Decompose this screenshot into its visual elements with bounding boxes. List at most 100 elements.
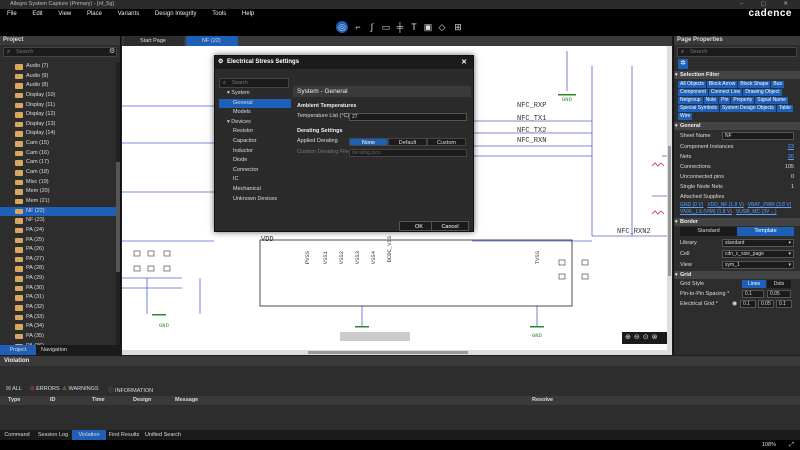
menu-file[interactable]: File <box>0 9 24 19</box>
project-tree-item[interactable]: PA (32) <box>0 303 116 313</box>
project-tree-item[interactable]: PA (35) <box>0 332 116 342</box>
project-tree-item[interactable]: Display (13) <box>0 120 116 130</box>
border-header[interactable]: Border <box>674 218 800 226</box>
net-label-nfc-tx2[interactable]: NFC_TX2 <box>517 127 546 135</box>
close-icon[interactable]: ✕ <box>461 56 467 69</box>
tree-ic[interactable]: IC <box>219 175 291 185</box>
pin-spacing-field-2[interactable]: 0.05 <box>767 290 791 298</box>
tree-models[interactable]: Models <box>219 108 291 118</box>
tab-nf-22[interactable]: NF (22) <box>186 36 238 46</box>
properties-search-input[interactable]: ⌕ Search <box>677 47 797 57</box>
menu-variants[interactable]: Variants <box>111 9 147 19</box>
menu-edit[interactable]: Edit <box>25 9 49 19</box>
filter-warnings[interactable]: ⚠ WARNINGS <box>62 386 99 392</box>
bus-tool-icon[interactable]: ╪ <box>394 21 406 33</box>
net-label-nfc-rxp[interactable]: NFC_RXP <box>517 102 546 110</box>
selection-filter-header[interactable]: Selection Filter <box>674 71 800 79</box>
project-tree-item[interactable]: Cam (15) <box>0 139 116 149</box>
tab-command[interactable]: Command <box>0 430 34 440</box>
pin-tvss[interactable]: TVSS <box>534 251 541 264</box>
pin-dcdc-vss[interactable]: DCDC_VSS <box>386 236 393 262</box>
pin-vss4[interactable]: VSS4 <box>370 251 377 264</box>
pin-vdd[interactable]: VDD <box>261 236 274 244</box>
tab-session-log[interactable]: Session Log <box>34 430 72 440</box>
pin-spacing-field-1[interactable]: 0.1 <box>742 290 764 298</box>
filter-chip[interactable]: Component <box>678 89 708 96</box>
project-tree-item[interactable]: NF (22) <box>0 206 116 217</box>
filter-chip[interactable]: Special Symbols <box>678 105 719 112</box>
component-tool-icon[interactable]: ▭ <box>380 21 392 33</box>
tab-unified-search[interactable]: Unified Search <box>142 430 184 440</box>
canvas-mini-toolbar[interactable] <box>340 332 410 341</box>
column-type[interactable]: Type <box>8 397 20 403</box>
library-select[interactable]: standard ▾ <box>722 239 794 247</box>
shape-tool-icon[interactable]: ◇ <box>436 21 448 33</box>
text-tool-icon[interactable]: T <box>408 21 420 33</box>
tree-mechanical[interactable]: Mechanical <box>219 185 291 195</box>
supply-link[interactable]: VNXL_LS (VIM) (1.8 V) <box>680 209 732 216</box>
grid-dots-option[interactable]: Dots <box>767 280 791 288</box>
zoom-controls[interactable]: ⊕⊖⊙⊗ <box>622 332 668 344</box>
elec-grid-field-1[interactable]: 0.1 <box>740 300 756 308</box>
border-template-option[interactable]: Template <box>737 227 794 236</box>
project-tree-item[interactable]: Cam (16) <box>0 149 116 159</box>
project-tree-item[interactable]: PA (24) <box>0 226 116 236</box>
zoom-fit-icon[interactable]: ⊙ <box>643 334 652 341</box>
cell-select[interactable]: cdn_c_size_page ▾ <box>722 250 794 258</box>
column-id[interactable]: ID <box>50 397 56 403</box>
project-tree-item[interactable]: Audio (9) <box>0 72 116 82</box>
supply-link[interactable]: GND (0 V) <box>680 202 703 209</box>
temperature-list-input[interactable]: 27 <box>349 113 467 121</box>
tree-inductor[interactable]: Inductor <box>219 147 291 157</box>
zoom-area-icon[interactable]: ⊗ <box>652 334 661 341</box>
grid-header[interactable]: Grid <box>674 271 800 279</box>
tree-unknown-devices[interactable]: Unknown Devices <box>219 195 291 205</box>
project-tree-item[interactable]: PA (28) <box>0 264 116 274</box>
project-tree-item[interactable]: Mem (20) <box>0 187 116 197</box>
tree-devices[interactable]: ▾ Devices <box>219 118 291 128</box>
column-message[interactable]: Message <box>175 397 198 403</box>
fullscreen-icon[interactable]: ⤢ <box>789 440 794 450</box>
project-tree-item[interactable]: PA (30) <box>0 284 116 294</box>
border-standard-option[interactable]: Standard <box>680 227 737 236</box>
project-scrollbar[interactable] <box>116 62 120 347</box>
project-tree-item[interactable]: NF (23) <box>0 216 116 226</box>
project-tree-item[interactable]: Audio (7) <box>0 62 116 72</box>
filter-information[interactable]: ⓘ INFORMATION <box>108 386 153 394</box>
net-label-nfc-tx1[interactable]: NFC_TX1 <box>517 115 546 123</box>
tree-general[interactable]: General <box>219 98 291 109</box>
supply-link[interactable]: VUSB_MC (3V ...) <box>736 209 777 216</box>
canvas-hscrollbar[interactable] <box>122 350 672 355</box>
filter-chip[interactable]: Drawing Object <box>743 89 782 96</box>
tree-capacitor[interactable]: Capacitor <box>219 137 291 147</box>
filter-chip[interactable]: Table <box>776 105 793 112</box>
tab-navigation[interactable]: Navigation <box>36 345 72 355</box>
menu-tools[interactable]: Tools <box>205 9 233 19</box>
project-tree-item[interactable]: Cam (18) <box>0 168 116 178</box>
project-tree-item[interactable]: Misc (19) <box>0 178 116 188</box>
project-tree-item[interactable]: Display (14) <box>0 129 116 139</box>
tab-violation[interactable]: Violation <box>72 430 106 440</box>
dialog-search-input[interactable]: ⌕ Search <box>219 78 289 88</box>
pin-vss3[interactable]: VSS3 <box>354 251 361 264</box>
filter-chip[interactable]: Netgroup <box>678 97 703 104</box>
project-tree-item[interactable]: Mem (21) <box>0 197 116 207</box>
filter-chip[interactable]: Pin <box>719 97 731 104</box>
filter-chip[interactable]: System Design Objects <box>719 105 776 112</box>
filter-errors[interactable]: ⊘ ERRORS <box>30 386 60 392</box>
project-tree-item[interactable]: Display (12) <box>0 110 116 120</box>
filter-icon[interactable]: ✲ <box>678 59 688 69</box>
project-tree-item[interactable]: PA (26) <box>0 245 116 255</box>
project-tree-item[interactable]: Display (11) <box>0 101 116 111</box>
tree-resistor[interactable]: Resistor <box>219 127 291 137</box>
filter-chip[interactable]: Bus <box>771 81 785 88</box>
net-label-nfc-rxn2[interactable]: NFC_RXN2 <box>617 228 651 236</box>
canvas-vscrollbar[interactable] <box>667 46 672 350</box>
derating-default-option[interactable]: Default <box>388 138 427 146</box>
filter-chip[interactable]: Note <box>703 97 719 104</box>
column-time[interactable]: Time <box>92 397 105 403</box>
zoom-out-icon[interactable]: ⊖ <box>634 334 643 341</box>
project-tree-item[interactable]: PA (27) <box>0 255 116 265</box>
tree-system[interactable]: ▾ System <box>219 89 291 99</box>
filter-chip[interactable]: All Objects <box>678 81 706 88</box>
